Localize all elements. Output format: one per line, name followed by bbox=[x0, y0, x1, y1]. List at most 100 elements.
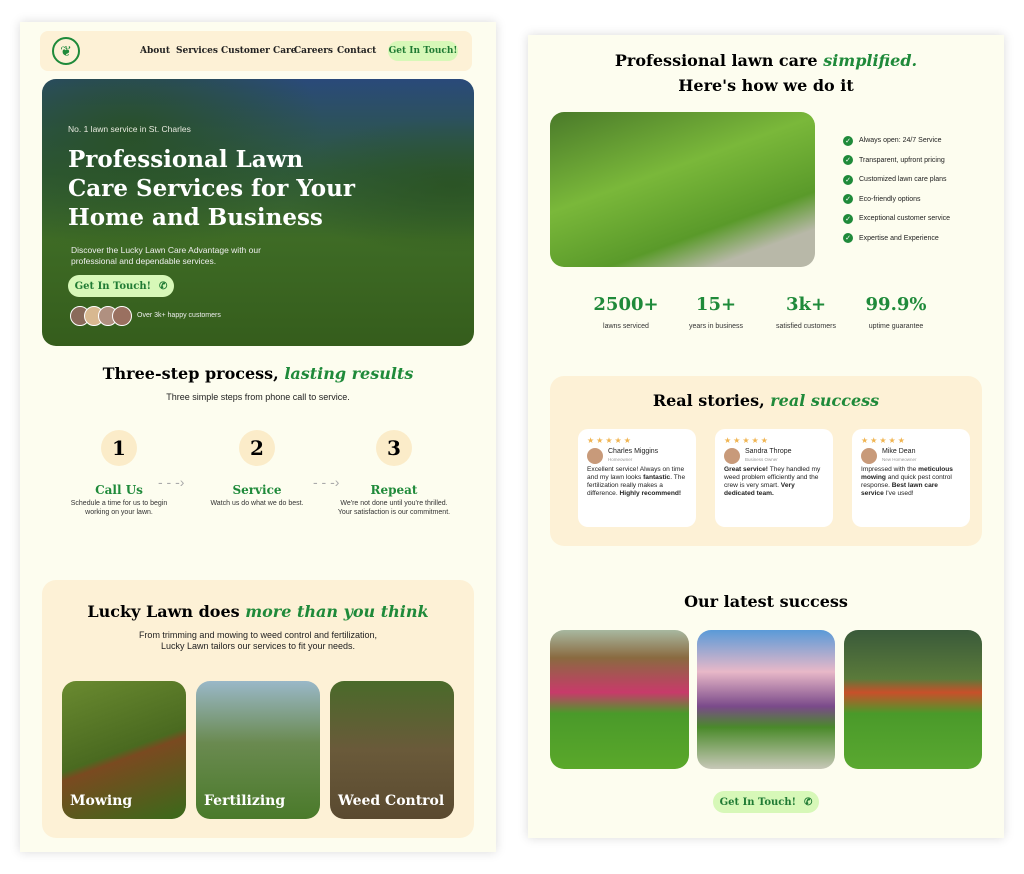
landing-page-bottom: Professional lawn care simplified. Here'… bbox=[528, 35, 1004, 838]
nav-about[interactable]: About bbox=[140, 46, 170, 56]
navbar: ❦ About Services Customer Care Careers C… bbox=[40, 31, 472, 71]
feature-item: ✓ Transparent, upfront pricing bbox=[843, 151, 950, 171]
gallery-title: Our latest success bbox=[684, 592, 848, 611]
feature-item: ✓ Exceptional customer service bbox=[843, 209, 950, 229]
services-section: Lucky Lawn does more than you think From… bbox=[42, 580, 474, 838]
reviewer-role: Homeowner bbox=[608, 457, 633, 462]
reviewer-name: Charles Miggins bbox=[608, 448, 659, 455]
desc-line: Your satisfaction is our commitment. bbox=[337, 509, 451, 516]
title-text: Professional lawn care bbox=[614, 51, 824, 70]
reviews-title: Real stories, real success bbox=[550, 391, 982, 410]
feature-label: Expertise and Experience bbox=[859, 234, 939, 242]
desc-line: Schedule a time for us to begin bbox=[70, 500, 168, 507]
nav-services[interactable]: Services bbox=[176, 46, 218, 56]
reviewer-role: New Homeowner bbox=[882, 457, 917, 462]
feature-label: Customized lawn care plans bbox=[859, 176, 947, 184]
card-label: Weed Control bbox=[338, 793, 445, 809]
review-text: Excellent service! Always on time and my… bbox=[587, 466, 686, 497]
leaf-logo-icon[interactable]: ❦ bbox=[52, 37, 80, 65]
hero-title-line: Professional Lawn bbox=[68, 146, 304, 173]
check-icon: ✓ bbox=[843, 174, 853, 185]
stat-value: 15+ bbox=[695, 294, 737, 315]
hero-subtitle-line: professional and dependable services. bbox=[71, 256, 217, 266]
gallery-photo[interactable] bbox=[550, 630, 689, 769]
reviews-section: Real stories, real success ★★★★★ Charles… bbox=[550, 376, 982, 546]
title-accent: simplified. bbox=[823, 51, 918, 70]
title-accent: more than you think bbox=[245, 602, 429, 621]
stat-label: satisfied customers bbox=[776, 323, 836, 330]
customer-avatars bbox=[70, 306, 132, 326]
step-3: 3 Repeat We're not done until you're thr… bbox=[336, 430, 452, 517]
hero-section: No. 1 lawn service in St. Charles Profes… bbox=[42, 79, 474, 346]
card-label: Fertilizing bbox=[204, 793, 286, 809]
nav-customer-care[interactable]: Customer Care bbox=[221, 46, 297, 56]
feature-label: Exceptional customer service bbox=[859, 215, 951, 223]
feature-label: Always open: 24/7 Service bbox=[859, 137, 942, 145]
stat-value: 99.9% bbox=[865, 294, 927, 315]
landing-page-top: ❦ About Services Customer Care Careers C… bbox=[20, 22, 496, 852]
nav-contact[interactable]: Contact bbox=[337, 46, 376, 56]
stat-label: uptime guarantee bbox=[868, 323, 924, 330]
phone-icon: ✆ bbox=[804, 796, 813, 808]
check-icon: ✓ bbox=[843, 155, 853, 166]
star-rating: ★★★★★ bbox=[587, 436, 633, 445]
step-desc: We're not done until you're thrilled. You… bbox=[338, 499, 450, 517]
stat-item: 99.9% uptime guarantee bbox=[851, 294, 941, 333]
card-label: Mowing bbox=[70, 793, 133, 809]
step-desc: Schedule a time for us to begin working o… bbox=[71, 499, 168, 517]
arrow-icon: - - -› bbox=[158, 474, 185, 490]
title-text: Real stories, bbox=[652, 391, 771, 410]
process-title: Three-step process, lasting results bbox=[20, 364, 496, 383]
stats-row: 2500+ lawns serviced 15+ years in business… bbox=[581, 294, 941, 333]
stat-item: 15+ years in business bbox=[671, 294, 761, 333]
feature-item: ✓ Always open: 24/7 Service bbox=[843, 131, 950, 151]
stat-label: lawns serviced bbox=[603, 323, 649, 330]
simplified-title: Professional lawn care simplified. Here'… bbox=[528, 48, 1004, 98]
step-number: 2 bbox=[239, 430, 275, 466]
step-title: Call Us bbox=[95, 483, 143, 497]
stat-value: 3k+ bbox=[785, 294, 827, 315]
process-subtitle: Three simple steps from phone call to se… bbox=[166, 392, 350, 402]
review-card: ★★★★★ Sandra Thrope Business Owner Great … bbox=[715, 429, 833, 527]
avatar bbox=[587, 448, 603, 464]
reviewer-name: Sandra Thrope bbox=[745, 448, 792, 455]
service-card-mowing[interactable]: Mowing bbox=[62, 681, 186, 819]
stat-label: years in business bbox=[688, 323, 744, 330]
phone-icon: ✆ bbox=[159, 280, 168, 292]
step-2: 2 Service Watch us do what we do best. bbox=[202, 430, 312, 508]
button-label: Get In Touch! bbox=[719, 796, 797, 808]
step-number: 1 bbox=[101, 430, 137, 466]
hero-eyebrow: No. 1 lawn service in St. Charles bbox=[68, 124, 191, 134]
gallery-photo[interactable] bbox=[697, 630, 835, 769]
avatar bbox=[861, 448, 877, 464]
service-card-weed-control[interactable]: Weed Control bbox=[330, 681, 454, 819]
star-rating: ★★★★★ bbox=[861, 436, 907, 445]
reviewer-role: Business Owner bbox=[745, 457, 778, 462]
feature-label: Transparent, upfront pricing bbox=[859, 156, 945, 164]
nav-get-in-touch-button[interactable]: Get In Touch! bbox=[388, 41, 458, 61]
hero-title: Professional Lawn Care Services for Your… bbox=[68, 145, 355, 232]
subtitle-line: Lucky Lawn tailors our services to fit y… bbox=[160, 641, 356, 651]
feature-list: ✓ Always open: 24/7 Service ✓ Transparent,… bbox=[843, 131, 950, 248]
check-icon: ✓ bbox=[843, 213, 853, 224]
hero-subtitle-line: Discover the Lucky Lawn Care Advantage w… bbox=[71, 245, 261, 255]
review-card: ★★★★★ Mike Dean New Homeowner Impressed w… bbox=[852, 429, 970, 527]
feature-label: Eco-friendly options bbox=[859, 195, 921, 203]
footer-get-in-touch-button[interactable]: Get In Touch! ✆ bbox=[713, 791, 819, 813]
step-title: Repeat bbox=[370, 483, 418, 497]
gallery-photo[interactable] bbox=[844, 630, 982, 769]
title-accent: real success bbox=[770, 391, 880, 410]
reviewer-name: Mike Dean bbox=[882, 448, 916, 455]
service-card-fertilizing[interactable]: Fertilizing bbox=[196, 681, 320, 819]
desc-line: We're not done until you're thrilled. bbox=[340, 500, 448, 507]
title-text: Lucky Lawn does bbox=[87, 602, 246, 621]
review-list: ★★★★★ Charles Miggins Homeowner Excellent… bbox=[578, 429, 970, 527]
check-icon: ✓ bbox=[843, 194, 853, 205]
stat-item: 2500+ lawns serviced bbox=[581, 294, 671, 333]
hero-get-in-touch-button[interactable]: Get In Touch! ✆ bbox=[68, 275, 174, 297]
check-icon: ✓ bbox=[843, 233, 853, 244]
review-card: ★★★★★ Charles Miggins Homeowner Excellent… bbox=[578, 429, 696, 527]
title-text: Three-step process, bbox=[102, 364, 285, 383]
services-subtitle: From trimming and mowing to weed control… bbox=[42, 630, 474, 652]
nav-careers[interactable]: Careers bbox=[294, 46, 333, 56]
